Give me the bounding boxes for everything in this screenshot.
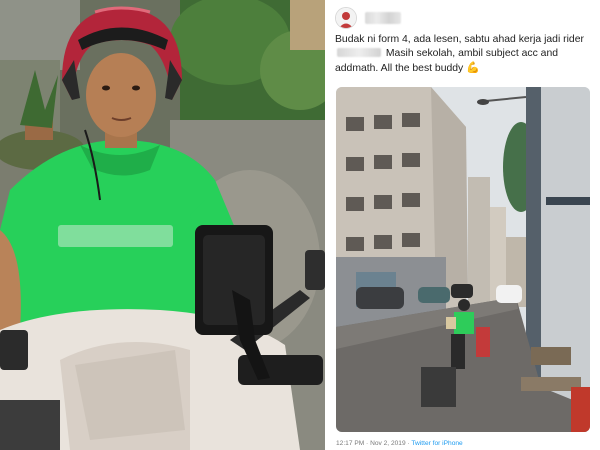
street-scene-illustration [336, 87, 590, 432]
tweet-card: Budak ni form 4, ada lesen, sabtu ahad k… [325, 0, 600, 450]
avatar[interactable] [335, 7, 357, 29]
rider-photo [0, 0, 325, 450]
blurred-username[interactable] [365, 12, 401, 24]
avatar-image [336, 8, 356, 28]
tweet-footer: 12:17 PM · Nov 2, 2019 · Twitter for iPh… [336, 440, 463, 447]
tweet-attached-photo[interactable] [336, 87, 590, 432]
tweet-text: Budak ni form 4, ada lesen, sabtu ahad k… [335, 33, 593, 76]
flexed-biceps-icon: 💪 [466, 62, 480, 74]
blurred-mention [337, 48, 381, 57]
tweet-timestamp[interactable]: 12:17 PM · Nov 2, 2019 · [336, 440, 411, 447]
tweet-text-line1: Budak ni form 4, ada lesen, sabtu ahad k… [335, 34, 584, 45]
tweet-header [335, 7, 401, 29]
tweet-source-link[interactable]: Twitter for iPhone [411, 440, 462, 447]
rider-photo-illustration [0, 0, 325, 450]
